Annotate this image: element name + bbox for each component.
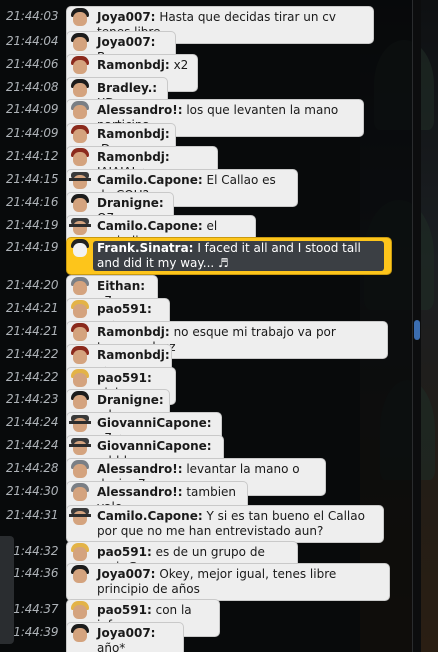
user-avatar-icon[interactable]: [67, 78, 93, 100]
username[interactable]: Ramonbdj:: [97, 150, 170, 164]
username[interactable]: Dranigne:: [97, 393, 164, 407]
message-timestamp: 21:44:20: [6, 278, 59, 292]
message-timestamp: 21:44:09: [6, 102, 59, 116]
username[interactable]: Joya007:: [97, 567, 155, 581]
chat-scrollbar[interactable]: [412, 0, 421, 652]
message-timestamp: 21:44:04: [6, 34, 59, 48]
message-timestamp: 21:44:03: [6, 9, 59, 23]
user-avatar-icon[interactable]: [67, 276, 93, 298]
username[interactable]: Alessandro!:: [97, 103, 183, 117]
username[interactable]: Joya007:: [97, 10, 155, 24]
user-avatar-icon[interactable]: [67, 100, 93, 122]
message-timestamp: 21:44:24: [6, 415, 59, 429]
message-timestamp: 21:44:23: [6, 392, 59, 406]
message-timestamp: 21:44:08: [6, 80, 59, 94]
username[interactable]: GiovanniCapone:: [97, 416, 212, 430]
user-avatar-icon[interactable]: [67, 459, 93, 481]
user-avatar-icon[interactable]: [67, 322, 93, 344]
username[interactable]: Ramonbdj:: [97, 348, 170, 362]
message-timestamp: 21:44:30: [6, 484, 59, 498]
user-avatar-icon[interactable]: [67, 506, 93, 540]
user-avatar-icon[interactable]: [67, 147, 93, 169]
user-avatar-icon[interactable]: [67, 216, 93, 238]
username[interactable]: pao591:: [97, 371, 152, 385]
username[interactable]: Alessandro!:: [97, 462, 183, 476]
user-avatar-icon[interactable]: [67, 32, 93, 54]
chat-log: 21:44:03 Joya007: Hasta que decidas tirar…: [0, 0, 412, 652]
username[interactable]: Eithan:: [97, 279, 145, 293]
chat-bubble[interactable]: Joya007: Okey, mejor igual, tenes libre …: [66, 563, 390, 601]
message-timestamp: 21:44:21: [6, 301, 59, 315]
message-timestamp: 21:44:22: [6, 370, 59, 384]
user-avatar-icon[interactable]: [67, 482, 93, 504]
message-timestamp: 21:44:32: [6, 544, 59, 558]
username[interactable]: Bradley.:: [97, 81, 157, 95]
user-avatar-icon[interactable]: [67, 390, 93, 412]
message-text: año*: [97, 641, 126, 652]
username[interactable]: pao591:: [97, 603, 152, 617]
user-avatar-icon[interactable]: [67, 436, 93, 458]
username[interactable]: Camilo.Capone:: [97, 509, 203, 523]
message-timestamp: 21:44:24: [6, 438, 59, 452]
chat-bubble[interactable]: Camilo.Capone: Y si es tan bueno el Call…: [66, 505, 384, 543]
username[interactable]: Alessandro!:: [97, 485, 183, 499]
username[interactable]: Joya007:: [97, 35, 155, 49]
message-timestamp: 21:44:21: [6, 324, 59, 338]
user-avatar-icon[interactable]: [67, 193, 93, 215]
username[interactable]: Camilo.Capone:: [97, 173, 203, 187]
username[interactable]: Joya007:: [97, 626, 155, 640]
chat-bubble[interactable]: Joya007: año*: [66, 622, 184, 652]
scrollbar-thumb[interactable]: [414, 320, 420, 340]
message-timestamp: 21:44:12: [6, 149, 59, 163]
message-timestamp: 21:44:06: [6, 57, 59, 71]
username[interactable]: pao591:: [97, 545, 152, 559]
username[interactable]: Camilo.Capone:: [97, 219, 203, 233]
message-timestamp: 21:44:09: [6, 126, 59, 140]
message-timestamp: 21:44:39: [6, 625, 59, 639]
username[interactable]: Ramonbdj:: [97, 127, 170, 141]
game-chat-window: 21:44:03 Joya007: Hasta que decidas tirar…: [0, 0, 438, 652]
chat-bubble[interactable]: Frank.Sinatra: I faced it all and I stoo…: [66, 237, 392, 275]
user-avatar-icon[interactable]: [67, 368, 93, 390]
user-avatar-icon[interactable]: [67, 345, 93, 367]
message-timestamp: 21:44:15: [6, 172, 59, 186]
message-timestamp: 21:44:37: [6, 602, 59, 616]
user-avatar-icon[interactable]: [67, 413, 93, 435]
user-avatar-icon[interactable]: [67, 542, 93, 564]
message-timestamp: 21:44:36: [6, 566, 59, 580]
user-avatar-icon[interactable]: [67, 55, 93, 77]
username[interactable]: GiovanniCapone:: [97, 439, 212, 453]
user-avatar-icon[interactable]: [67, 170, 93, 192]
user-avatar-icon[interactable]: [67, 299, 93, 321]
username[interactable]: Ramonbdj:: [97, 325, 170, 339]
user-avatar-icon[interactable]: [67, 124, 93, 146]
message-timestamp: 21:44:19: [6, 218, 59, 232]
user-avatar-icon[interactable]: [67, 7, 93, 29]
username[interactable]: pao591:: [97, 302, 152, 316]
user-avatar-icon[interactable]: [67, 623, 93, 645]
message-timestamp: 21:44:22: [6, 347, 59, 361]
message-timestamp: 21:44:28: [6, 461, 59, 475]
username[interactable]: Frank.Sinatra:: [97, 241, 193, 255]
user-avatar-icon[interactable]: [67, 600, 93, 622]
chat-panel-handle[interactable]: [0, 536, 14, 644]
username[interactable]: Ramonbdj:: [97, 58, 170, 72]
username[interactable]: Dranigne:: [97, 196, 164, 210]
message-timestamp: 21:44:31: [6, 508, 59, 522]
message-timestamp: 21:44:19: [6, 240, 59, 254]
user-avatar-icon[interactable]: [67, 238, 93, 272]
message-timestamp: 21:44:16: [6, 195, 59, 209]
user-avatar-icon[interactable]: [67, 564, 93, 598]
